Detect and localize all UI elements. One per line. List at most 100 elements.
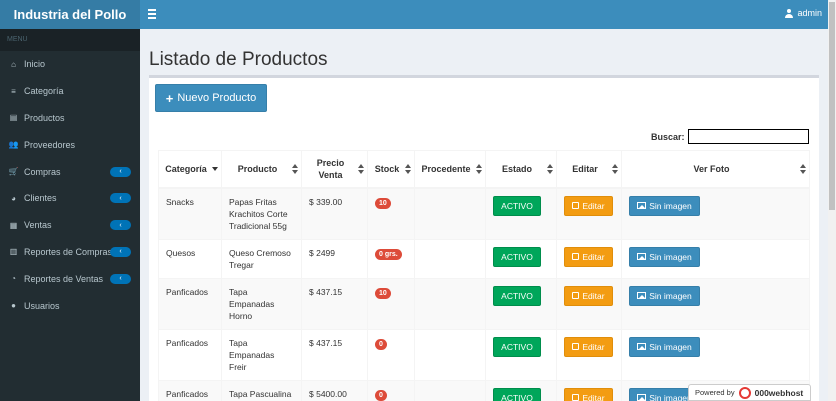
cell-precio: $ 437.15 [309,337,343,348]
sort-icon [212,164,218,174]
view-photo-label: Sin imagen [649,200,692,211]
column-header-procedente[interactable]: Procedente [414,150,486,189]
column-header-ver-foto[interactable]: Ver Foto [621,150,810,189]
view-photo-button[interactable]: Sin imagen [629,195,700,216]
webhost-badge[interactable]: Powered by 000webhost [688,384,811,401]
chevron-left-icon[interactable]: ‹ [110,273,131,284]
column-header-editar[interactable]: Editar [556,150,622,189]
products-box: + Nuevo Producto Buscar: Categoría Produc… [149,75,819,401]
edit-icon [572,292,580,299]
image-icon [637,394,647,401]
chevron-left-icon[interactable]: ‹ [110,166,131,177]
cell-producto: Papas Fritas Krachitos Corte Tradicional… [229,196,288,231]
table-row: Snacks Papas Fritas Krachitos Corte Tradi… [158,187,810,240]
view-photo-button[interactable]: Sin imagen [629,246,700,267]
sidebar: MENU ⌂ Inicio ≡ Categoría ▤ Productos 👥 Proveed… [0,29,140,401]
status-button[interactable]: ACTIVO [493,387,541,401]
status-label: ACTIVO [501,200,533,211]
sidebar-item-label: Clientes [24,193,57,204]
home-icon: ⌂ [11,59,16,69]
webhost-logo-icon [738,386,751,399]
status-button[interactable]: ACTIVO [493,336,541,357]
sales-icon: ▦ [9,220,18,230]
status-button[interactable]: ACTIVO [493,246,541,267]
table-body: Snacks Papas Fritas Krachitos Corte Tradi… [158,187,810,401]
sidebar-item-label: Proveedores [24,139,76,150]
sidebar-menu: ⌂ Inicio ≡ Categoría ▤ Productos 👥 Proveedores 🛒… [0,51,140,319]
column-header-label: Procedente [421,163,471,174]
sidebar-item-proveedores[interactable]: 👥 Proveedores [0,131,140,158]
search-input[interactable] [688,129,809,144]
cell-producto: Tapa Empanadas Horno [229,286,275,321]
products-icon: ▤ [9,113,18,123]
column-header-categor-a[interactable]: Categoría [158,150,222,189]
column-header-estado[interactable]: Estado [485,150,557,189]
stock-badge: 0 grs. [375,248,402,260]
cell-categoria: Quesos [166,247,196,258]
edit-button[interactable]: Editar [564,336,613,357]
sidebar-toggle-icon[interactable] [148,7,158,21]
new-product-button[interactable]: + Nuevo Producto [155,84,267,112]
view-photo-button[interactable]: Sin imagen [629,285,700,306]
user-menu[interactable]: admin [785,8,822,18]
sidebar-item-categor-a[interactable]: ≡ Categoría [0,78,140,105]
search-label: Buscar: [651,132,685,142]
status-label: ACTIVO [501,341,533,352]
list-icon: ≡ [11,86,16,96]
column-header-stock[interactable]: Stock [367,150,415,189]
sidebar-item-ventas[interactable]: ▦ Ventas ‹ [0,212,140,239]
app-brand[interactable]: Industria del Pollo [0,0,140,29]
cell-categoria: Panficados [166,286,209,297]
sidebar-item-reportes-de-compras[interactable]: ▥ Reportes de Compras ‹ [0,239,140,266]
sidebar-item-clientes[interactable]: ◕ Clientes ‹ [0,185,140,212]
stock-badge: 0 [375,338,387,350]
sidebar-item-label: Productos [24,112,65,123]
view-photo-label: Sin imagen [649,251,692,262]
edit-button[interactable]: Editar [564,285,613,306]
edit-button[interactable]: Editar [564,246,613,267]
sidebar-item-label: Categoría [24,86,64,97]
cell-precio: $ 339.00 [309,196,343,207]
cell-producto: Tapa Empanadas Freir [229,337,275,372]
stock-badge: 10 [375,197,391,209]
products-table: Categoría Producto Precio Venta Stock Proced… [158,150,810,401]
chevron-left-icon[interactable]: ‹ [110,246,131,257]
page-scrollbar[interactable] [828,0,836,401]
edit-button[interactable]: Editar [564,195,613,216]
chevron-left-icon[interactable]: ‹ [110,220,131,231]
chevron-left-icon[interactable]: ‹ [110,193,131,204]
image-icon [637,253,647,260]
status-button[interactable]: ACTIVO [493,285,541,306]
sidebar-item-usuarios[interactable]: ● Usuarios [0,292,140,319]
sidebar-item-productos[interactable]: ▤ Productos [0,105,140,132]
sidebar-item-reportes-de-ventas[interactable]: ◔ Reportes de Ventas ‹ [0,265,140,292]
pie-icon: ◕ [11,193,16,203]
sort-icon [547,164,553,174]
edit-icon [572,343,580,350]
sort-icon [292,164,298,174]
sidebar-item-label: Reportes de Ventas [24,273,104,284]
column-header-precio-venta[interactable]: Precio Venta [301,150,368,189]
edit-icon [572,253,580,260]
status-button[interactable]: ACTIVO [493,195,541,216]
edit-button[interactable]: Editar [564,387,613,401]
column-header-producto[interactable]: Producto [221,150,302,189]
view-photo-button[interactable]: Sin imagen [629,336,700,357]
new-product-label: Nuevo Producto [177,92,257,104]
cell-precio: $ 2499 [309,247,335,258]
sort-icon [612,164,618,174]
sort-icon [476,164,482,174]
table-row: Panficados Tapa Empanadas Horno $ 437.15 10… [158,277,810,330]
status-label: ACTIVO [501,251,533,262]
column-header-label: Stock [374,163,400,174]
sidebar-item-compras[interactable]: 🛒 Compras ‹ [0,158,140,185]
pie-chart-icon: ◔ [11,274,16,284]
status-label: ACTIVO [501,392,533,401]
users-icon: 👥 [8,140,19,150]
image-icon [637,292,647,299]
scrollbar-thumb[interactable] [829,2,835,210]
edit-icon [572,202,580,209]
cell-producto: Tapa Pascualina [229,388,292,399]
sidebar-item-inicio[interactable]: ⌂ Inicio [0,51,140,78]
sort-icon [800,164,806,174]
